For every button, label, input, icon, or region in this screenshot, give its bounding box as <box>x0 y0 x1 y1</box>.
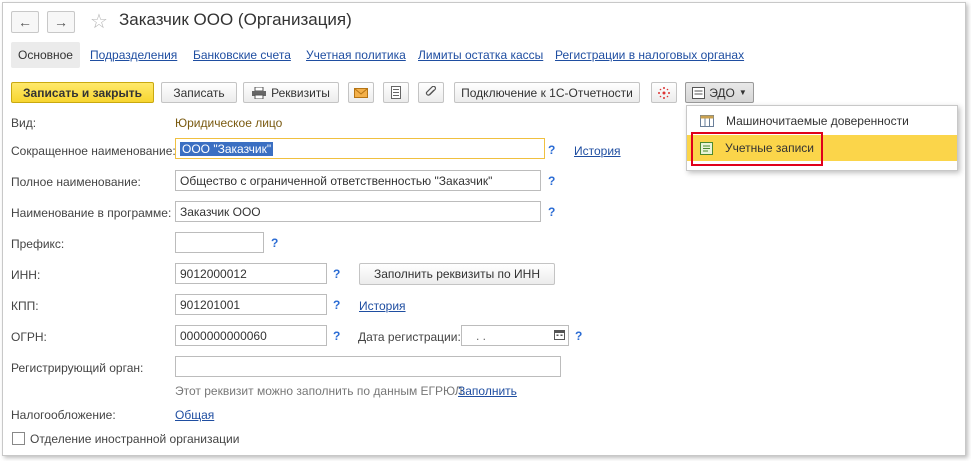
envelope-icon <box>354 87 368 98</box>
sparkle-dots-icon <box>658 86 670 99</box>
kpp-history-link[interactable]: История <box>359 299 406 313</box>
email-button[interactable] <box>348 82 374 103</box>
forward-button[interactable]: → <box>47 11 75 33</box>
save-button[interactable]: Записать <box>161 82 237 103</box>
full-name-label: Полное наименование: <box>11 175 141 189</box>
requisites-button[interactable]: Реквизиты <box>243 82 339 103</box>
egrul-fill-link[interactable]: Заполнить <box>458 384 517 398</box>
tab-accounting-policy[interactable]: Учетная политика <box>306 48 406 62</box>
back-button[interactable]: ← <box>11 11 39 33</box>
short-name-history-link[interactable]: История <box>574 144 621 158</box>
kpp-help-icon[interactable]: ? <box>333 298 340 312</box>
table-columns-icon <box>700 115 714 127</box>
full-name-field[interactable]: Общество с ограниченной ответственностью… <box>175 170 541 191</box>
kind-label: Вид: <box>11 116 37 130</box>
kpp-label: КПП: <box>11 299 39 313</box>
inn-label: ИНН: <box>11 268 41 282</box>
tab-bank-accounts[interactable]: Банковские счета <box>193 48 291 62</box>
favorite-star-icon[interactable]: ☆ <box>90 9 108 34</box>
tab-cash-limits[interactable]: Лимиты остатка кассы <box>418 48 543 62</box>
short-name-help-icon[interactable]: ? <box>548 143 555 157</box>
requisites-label: Реквизиты <box>271 85 330 100</box>
menu-item-label: Машиночитаемые доверенности <box>726 114 909 128</box>
tax-value-link[interactable]: Общая <box>175 408 214 422</box>
prog-name-label: Наименование в программе: <box>11 206 172 220</box>
edo-icon <box>692 86 706 99</box>
reg-date-help-icon[interactable]: ? <box>575 329 582 343</box>
kind-value[interactable]: Юридическое лицо <box>175 116 282 130</box>
egrul-hint: Этот реквизит можно заполнить по данным … <box>175 384 466 398</box>
arrow-left-icon: ← <box>18 14 32 30</box>
arrow-right-icon: → <box>54 14 68 30</box>
connect-reporting-button[interactable]: Подключение к 1С-Отчетности <box>454 82 640 103</box>
reg-date-value: . . <box>476 329 487 343</box>
reg-date-field[interactable]: . . <box>461 325 569 346</box>
save-and-close-button[interactable]: Записать и закрыть <box>11 82 154 103</box>
ogrn-help-icon[interactable]: ? <box>333 329 340 343</box>
prefix-help-icon[interactable]: ? <box>271 236 278 250</box>
chevron-down-icon: ▼ <box>738 88 747 97</box>
inn-help-icon[interactable]: ? <box>333 267 340 281</box>
inn-field[interactable]: 9012000012 <box>175 263 327 284</box>
edo-dropdown-button[interactable]: ЭДО ▼ <box>685 82 754 103</box>
fill-by-inn-button[interactable]: Заполнить реквизиты по ИНН <box>359 263 555 285</box>
calendar-icon[interactable] <box>554 329 565 343</box>
annotation-highlight-box <box>691 132 823 166</box>
document-list-icon <box>391 86 401 99</box>
prog-name-help-icon[interactable]: ? <box>548 205 555 219</box>
form-window: ← → ☆ Заказчик ООО (Организация) Основно… <box>2 2 966 456</box>
ogrn-label: ОГРН: <box>11 330 47 344</box>
tab-tax-registrations[interactable]: Регистрации в налоговых органах <box>555 48 744 62</box>
printer-icon <box>252 86 267 99</box>
edo-label: ЭДО <box>709 85 735 100</box>
foreign-checkbox[interactable] <box>12 432 25 445</box>
window-title: Заказчик ООО (Организация) <box>119 10 352 29</box>
prefix-label: Префикс: <box>11 237 65 251</box>
short-name-field[interactable]: ООО "Заказчик" <box>175 138 545 159</box>
short-name-label: Сокращенное наименование: <box>11 144 176 158</box>
attach-button[interactable] <box>418 82 444 103</box>
document-button[interactable] <box>383 82 409 103</box>
menu-item-machine-readable-powers[interactable]: Машиночитаемые доверенности <box>687 108 957 134</box>
paperclip-icon <box>425 86 437 96</box>
foreign-label: Отделение иностранной организации <box>30 432 240 446</box>
short-name-value: ООО "Заказчик" <box>180 142 274 156</box>
tab-main[interactable]: Основное <box>11 42 80 68</box>
tax-label: Налогообложение: <box>11 408 116 422</box>
reg-org-field[interactable] <box>175 356 561 377</box>
tab-departments[interactable]: Подразделения <box>90 48 177 62</box>
reg-org-label: Регистрирующий орган: <box>11 361 144 375</box>
prefix-field[interactable] <box>175 232 264 253</box>
ogrn-field[interactable]: 0000000000060 <box>175 325 327 346</box>
full-name-help-icon[interactable]: ? <box>548 174 555 188</box>
report-service-button[interactable] <box>651 82 677 103</box>
prog-name-field[interactable]: Заказчик ООО <box>175 201 541 222</box>
kpp-field[interactable]: 901201001 <box>175 294 327 315</box>
reg-date-label: Дата регистрации: <box>358 330 461 344</box>
